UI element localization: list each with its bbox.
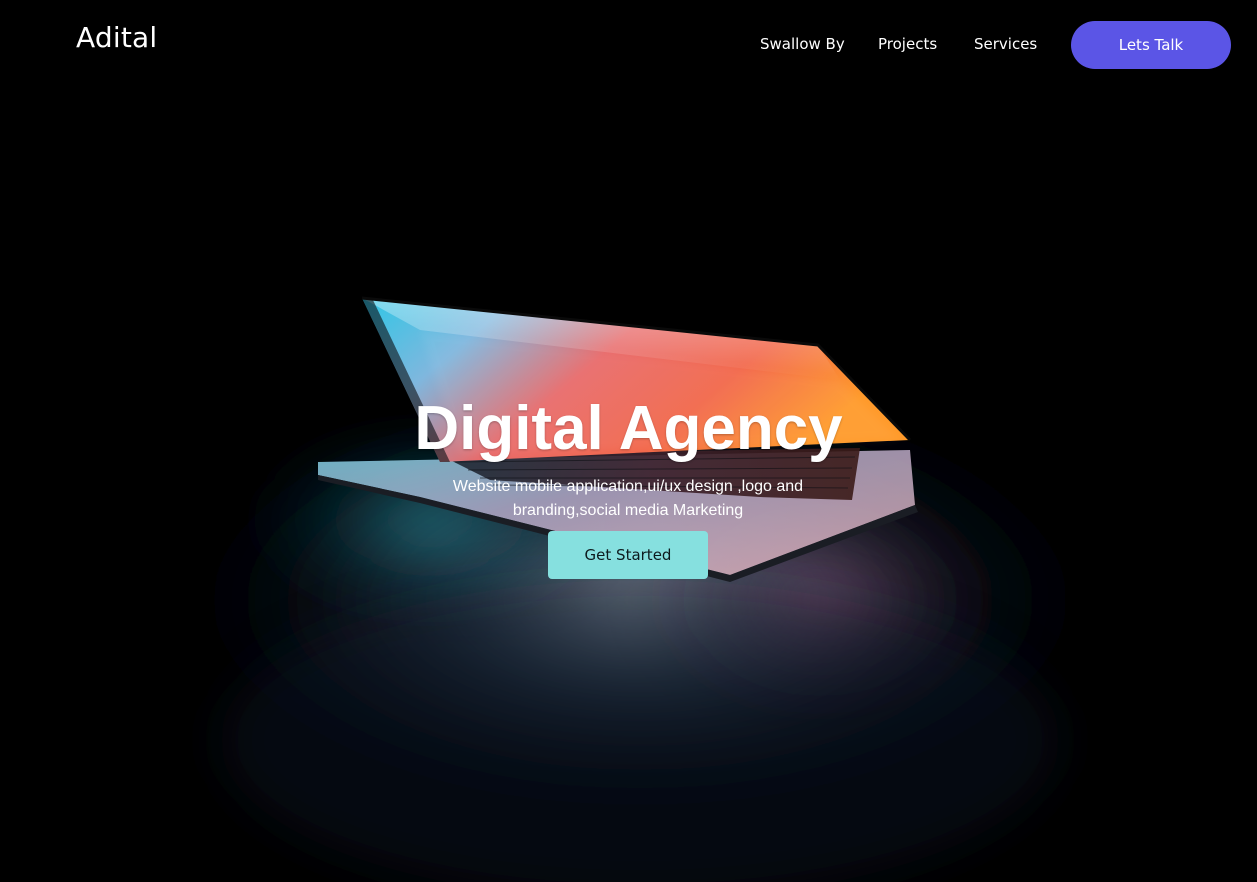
nav-link-services[interactable]: Services bbox=[974, 33, 1037, 55]
get-started-button[interactable]: Get Started bbox=[548, 531, 708, 579]
lets-talk-button[interactable]: Lets Talk bbox=[1071, 21, 1231, 69]
navbar: Adital Swallow By Projects Services Lets… bbox=[0, 0, 1257, 90]
nav-link-swallow-by[interactable]: Swallow By bbox=[760, 33, 845, 55]
hero-title: Digital Agency bbox=[414, 394, 843, 463]
hero-subtitle: Website mobile application,ui/ux design … bbox=[452, 478, 804, 519]
nav-link-projects[interactable]: Projects bbox=[878, 33, 937, 55]
brand-logo[interactable]: Adital bbox=[76, 20, 157, 56]
